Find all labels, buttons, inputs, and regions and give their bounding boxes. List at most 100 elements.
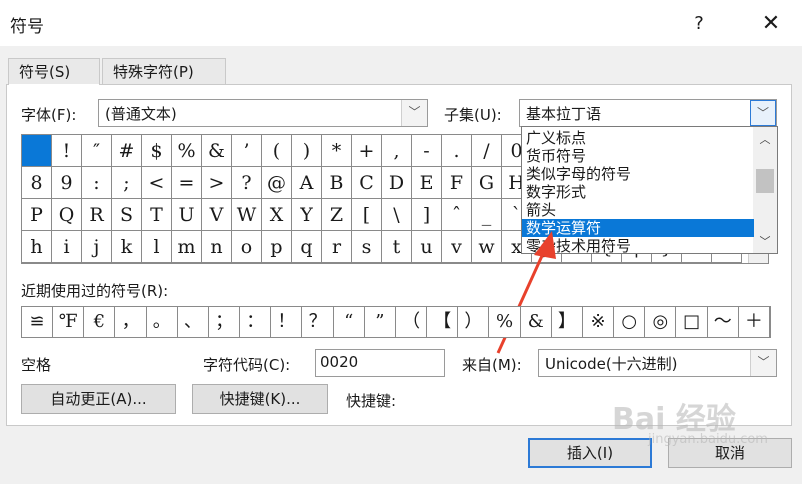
symbol-cell[interactable]: * <box>322 135 352 167</box>
symbol-cell[interactable]: + <box>352 135 382 167</box>
symbol-cell[interactable]: ’ <box>232 135 262 167</box>
symbol-cell[interactable]: v <box>442 231 472 263</box>
recent-symbol-cell[interactable]: ○ <box>614 307 646 337</box>
tab-special-characters[interactable]: 特殊字符(P) <box>102 58 226 86</box>
symbol-cell[interactable]: ? <box>232 167 262 199</box>
char-code-field[interactable]: 0020 <box>315 349 445 377</box>
symbol-cell[interactable]: q <box>292 231 322 263</box>
symbol-cell[interactable]: j <box>82 231 112 263</box>
symbol-cell[interactable]: - <box>412 135 442 167</box>
symbol-cell[interactable]: B <box>322 167 352 199</box>
recent-symbol-cell[interactable]: 【 <box>427 307 459 337</box>
symbol-cell[interactable]: 9 <box>52 167 82 199</box>
symbol-cell[interactable]: % <box>172 135 202 167</box>
symbol-cell[interactable]: h <box>22 231 52 263</box>
subset-option[interactable]: 类似字母的符号 <box>522 165 754 183</box>
symbol-cell[interactable]: ″ <box>82 135 112 167</box>
autocorrect-button[interactable]: 自动更正(A)... <box>21 384 176 414</box>
symbol-cell[interactable]: u <box>412 231 442 263</box>
symbol-cell[interactable]: t <box>382 231 412 263</box>
symbol-cell[interactable]: / <box>472 135 502 167</box>
symbol-cell[interactable]: k <box>112 231 142 263</box>
symbol-cell[interactable]: [ <box>352 199 382 231</box>
help-button[interactable]: ? <box>684 10 714 38</box>
symbol-cell[interactable]: p <box>262 231 292 263</box>
recent-symbol-cell[interactable]: □ <box>677 307 708 337</box>
scroll-thumb[interactable] <box>756 169 774 193</box>
symbol-cell[interactable]: : <box>82 167 112 199</box>
symbol-cell[interactable]: Y <box>292 199 322 231</box>
symbol-cell[interactable]: n <box>202 231 232 263</box>
symbol-cell[interactable]: T <box>142 199 172 231</box>
symbol-cell[interactable]: G <box>472 167 502 199</box>
subset-dropdown-scrollbar[interactable]: ︿ ﹀ <box>753 127 777 253</box>
symbol-cell[interactable]: < <box>142 167 172 199</box>
recent-symbols-strip[interactable]: ≌ ℉ €，。、；：！？ “” （【）% &】 ※ ○ ◎ □ ～＋ <box>21 306 771 338</box>
symbol-cell[interactable]: o <box>232 231 262 263</box>
symbol-cell[interactable]: 8 <box>22 167 52 199</box>
font-select[interactable]: (普通文本) ﹀ <box>98 99 428 127</box>
symbol-cell[interactable]: r <box>322 231 352 263</box>
symbol-cell[interactable]: = <box>172 167 202 199</box>
symbol-cell[interactable]: U <box>172 199 202 231</box>
symbol-cell[interactable]: F <box>442 167 472 199</box>
subset-select[interactable]: 基本拉丁语 ﹀ <box>519 99 777 127</box>
recent-symbol-cell[interactable]: ※ <box>583 307 615 337</box>
recent-symbol-cell[interactable]: ℉ <box>53 307 85 337</box>
symbol-cell[interactable]: & <box>202 135 232 167</box>
from-select[interactable]: Unicode(十六进制) ﹀ <box>538 349 777 377</box>
symbol-cell[interactable]: D <box>382 167 412 199</box>
scroll-up-icon[interactable]: ︿ <box>753 131 777 147</box>
subset-option[interactable]: 货币符号 <box>522 147 754 165</box>
symbol-cell[interactable]: $ <box>142 135 172 167</box>
recent-symbol-cell[interactable]: 、 <box>178 307 209 337</box>
symbol-cell[interactable]: ˆ <box>442 199 472 231</box>
symbol-cell[interactable]: S <box>112 199 142 231</box>
recent-symbol-cell[interactable]: ！ <box>271 307 303 337</box>
recent-symbol-cell[interactable]: ＋ <box>739 307 770 337</box>
scroll-down-icon[interactable]: ﹀ <box>753 233 777 249</box>
symbol-cell[interactable]: X <box>262 199 292 231</box>
recent-symbol-cell[interactable]: ◎ <box>645 307 677 337</box>
symbol-cell[interactable] <box>22 135 52 167</box>
recent-symbol-cell[interactable]: ： <box>240 307 272 337</box>
recent-symbol-cell[interactable]: € <box>84 307 116 337</box>
symbol-cell[interactable]: Z <box>322 199 352 231</box>
recent-symbol-cell[interactable]: ～ <box>708 307 739 337</box>
close-button[interactable]: ✕ <box>756 10 786 38</box>
symbol-cell[interactable]: ; <box>112 167 142 199</box>
symbol-cell[interactable]: @ <box>262 167 292 199</box>
symbol-cell[interactable]: \ <box>382 199 412 231</box>
chevron-down-icon[interactable]: ﹀ <box>750 350 776 376</box>
recent-symbol-cell[interactable]: ≌ <box>22 307 54 337</box>
symbol-cell[interactable]: V <box>202 199 232 231</box>
symbol-cell[interactable]: Q <box>52 199 82 231</box>
recent-symbol-cell[interactable]: ” <box>365 307 396 337</box>
symbol-cell[interactable]: l <box>142 231 172 263</box>
recent-symbol-cell[interactable]: ？ <box>303 307 334 337</box>
recent-symbol-cell[interactable]: （ <box>396 307 428 337</box>
recent-symbol-cell[interactable]: ， <box>116 307 147 337</box>
symbol-cell[interactable]: > <box>202 167 232 199</box>
symbol-cell[interactable]: ( <box>262 135 292 167</box>
symbol-cell[interactable]: C <box>352 167 382 199</box>
symbol-cell[interactable]: W <box>232 199 262 231</box>
recent-symbol-cell[interactable]: % <box>490 307 521 337</box>
symbol-cell[interactable]: ) <box>292 135 322 167</box>
chevron-down-icon[interactable]: ﹀ <box>750 100 776 126</box>
shortcut-key-button[interactable]: 快捷键(K)... <box>192 384 328 414</box>
symbol-cell[interactable]: ! <box>52 135 82 167</box>
recent-symbol-cell[interactable]: ） <box>458 307 490 337</box>
recent-symbol-cell[interactable]: “ <box>334 307 365 337</box>
subset-option[interactable]: 箭头 <box>522 201 754 219</box>
symbol-cell[interactable]: # <box>112 135 142 167</box>
chevron-down-icon[interactable]: ﹀ <box>401 100 427 126</box>
symbol-cell[interactable]: , <box>382 135 412 167</box>
symbol-cell[interactable]: m <box>172 231 202 263</box>
recent-symbol-cell[interactable]: ； <box>209 307 241 337</box>
symbol-cell[interactable]: A <box>292 167 322 199</box>
subset-option[interactable]: 数字形式 <box>522 183 754 201</box>
recent-symbol-cell[interactable]: 。 <box>147 307 178 337</box>
symbol-cell[interactable]: P <box>22 199 52 231</box>
subset-option[interactable]: 广义标点 <box>522 129 754 147</box>
